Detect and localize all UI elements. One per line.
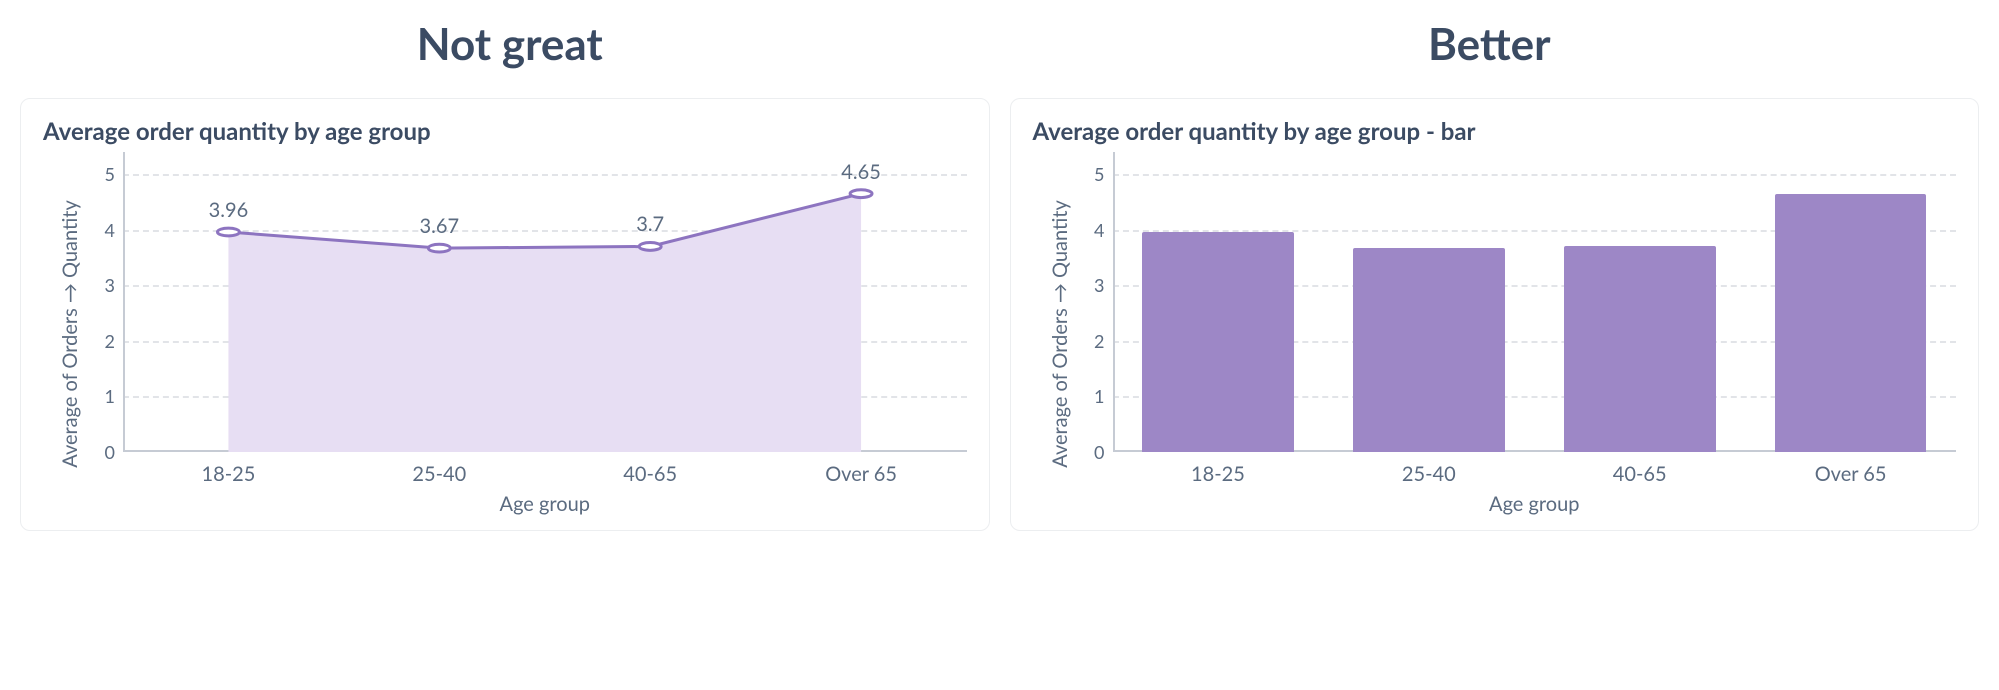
bar: [1142, 232, 1294, 452]
y-tick-label: 3: [1094, 274, 1104, 296]
panel-area-chart: Average order quantity by age group Aver…: [20, 98, 990, 531]
bar: [1564, 246, 1716, 452]
x-tick-label: 40-65: [545, 452, 756, 486]
bar: [1775, 194, 1927, 452]
panel-bar-chart: Average order quantity by age group - ba…: [1010, 98, 1980, 531]
x-axis-ticks-right: 18-2525-4040-65Over 65: [1113, 452, 1957, 486]
y-tick-label: 2: [105, 330, 115, 352]
bar: [1353, 248, 1505, 452]
y-tick-label: 5: [1094, 163, 1104, 185]
y-tick-label: 4: [105, 219, 115, 241]
y-tick-label: 0: [105, 441, 115, 463]
y-tick-label: 4: [1094, 219, 1104, 241]
y-tick-label: 5: [105, 163, 115, 185]
data-point-label: 4.65: [841, 160, 881, 184]
y-tick-label: 1: [1094, 385, 1104, 407]
data-point-label: 3.96: [209, 198, 249, 222]
data-point-label: 3.67: [420, 214, 460, 238]
y-tick-label: 0: [1094, 441, 1104, 463]
y-tick-label: 2: [1094, 330, 1104, 352]
y-tick-label: 3: [105, 274, 115, 296]
x-tick-label: 40-65: [1534, 452, 1745, 486]
chart-title-left: Average order quantity by age group: [43, 117, 967, 146]
section-title-right: Better: [1000, 18, 1980, 70]
y-axis-ticks-left: 012345: [77, 152, 123, 452]
plot-area-left: 3.96 3.67 3.7 4.65: [123, 152, 967, 452]
y-tick-label: 1: [105, 385, 115, 407]
x-axis-label-right: Age group: [1113, 492, 1957, 516]
x-axis-ticks-left: 18-2525-4040-65Over 65: [123, 452, 967, 486]
y-axis-ticks-right: 012345: [1067, 152, 1113, 452]
x-tick-label: Over 65: [756, 452, 967, 486]
x-tick-label: 18-25: [123, 452, 334, 486]
x-tick-label: 18-25: [1113, 452, 1324, 486]
section-title-left: Not great: [20, 18, 1000, 70]
plot-area-right: [1113, 152, 1957, 452]
x-tick-label: 25-40: [334, 452, 545, 486]
x-tick-label: 25-40: [1323, 452, 1534, 486]
x-axis-label-left: Age group: [123, 492, 967, 516]
chart-title-right: Average order quantity by age group - ba…: [1033, 117, 1957, 146]
x-tick-label: Over 65: [1745, 452, 1956, 486]
data-point-label: 3.7: [636, 212, 664, 236]
